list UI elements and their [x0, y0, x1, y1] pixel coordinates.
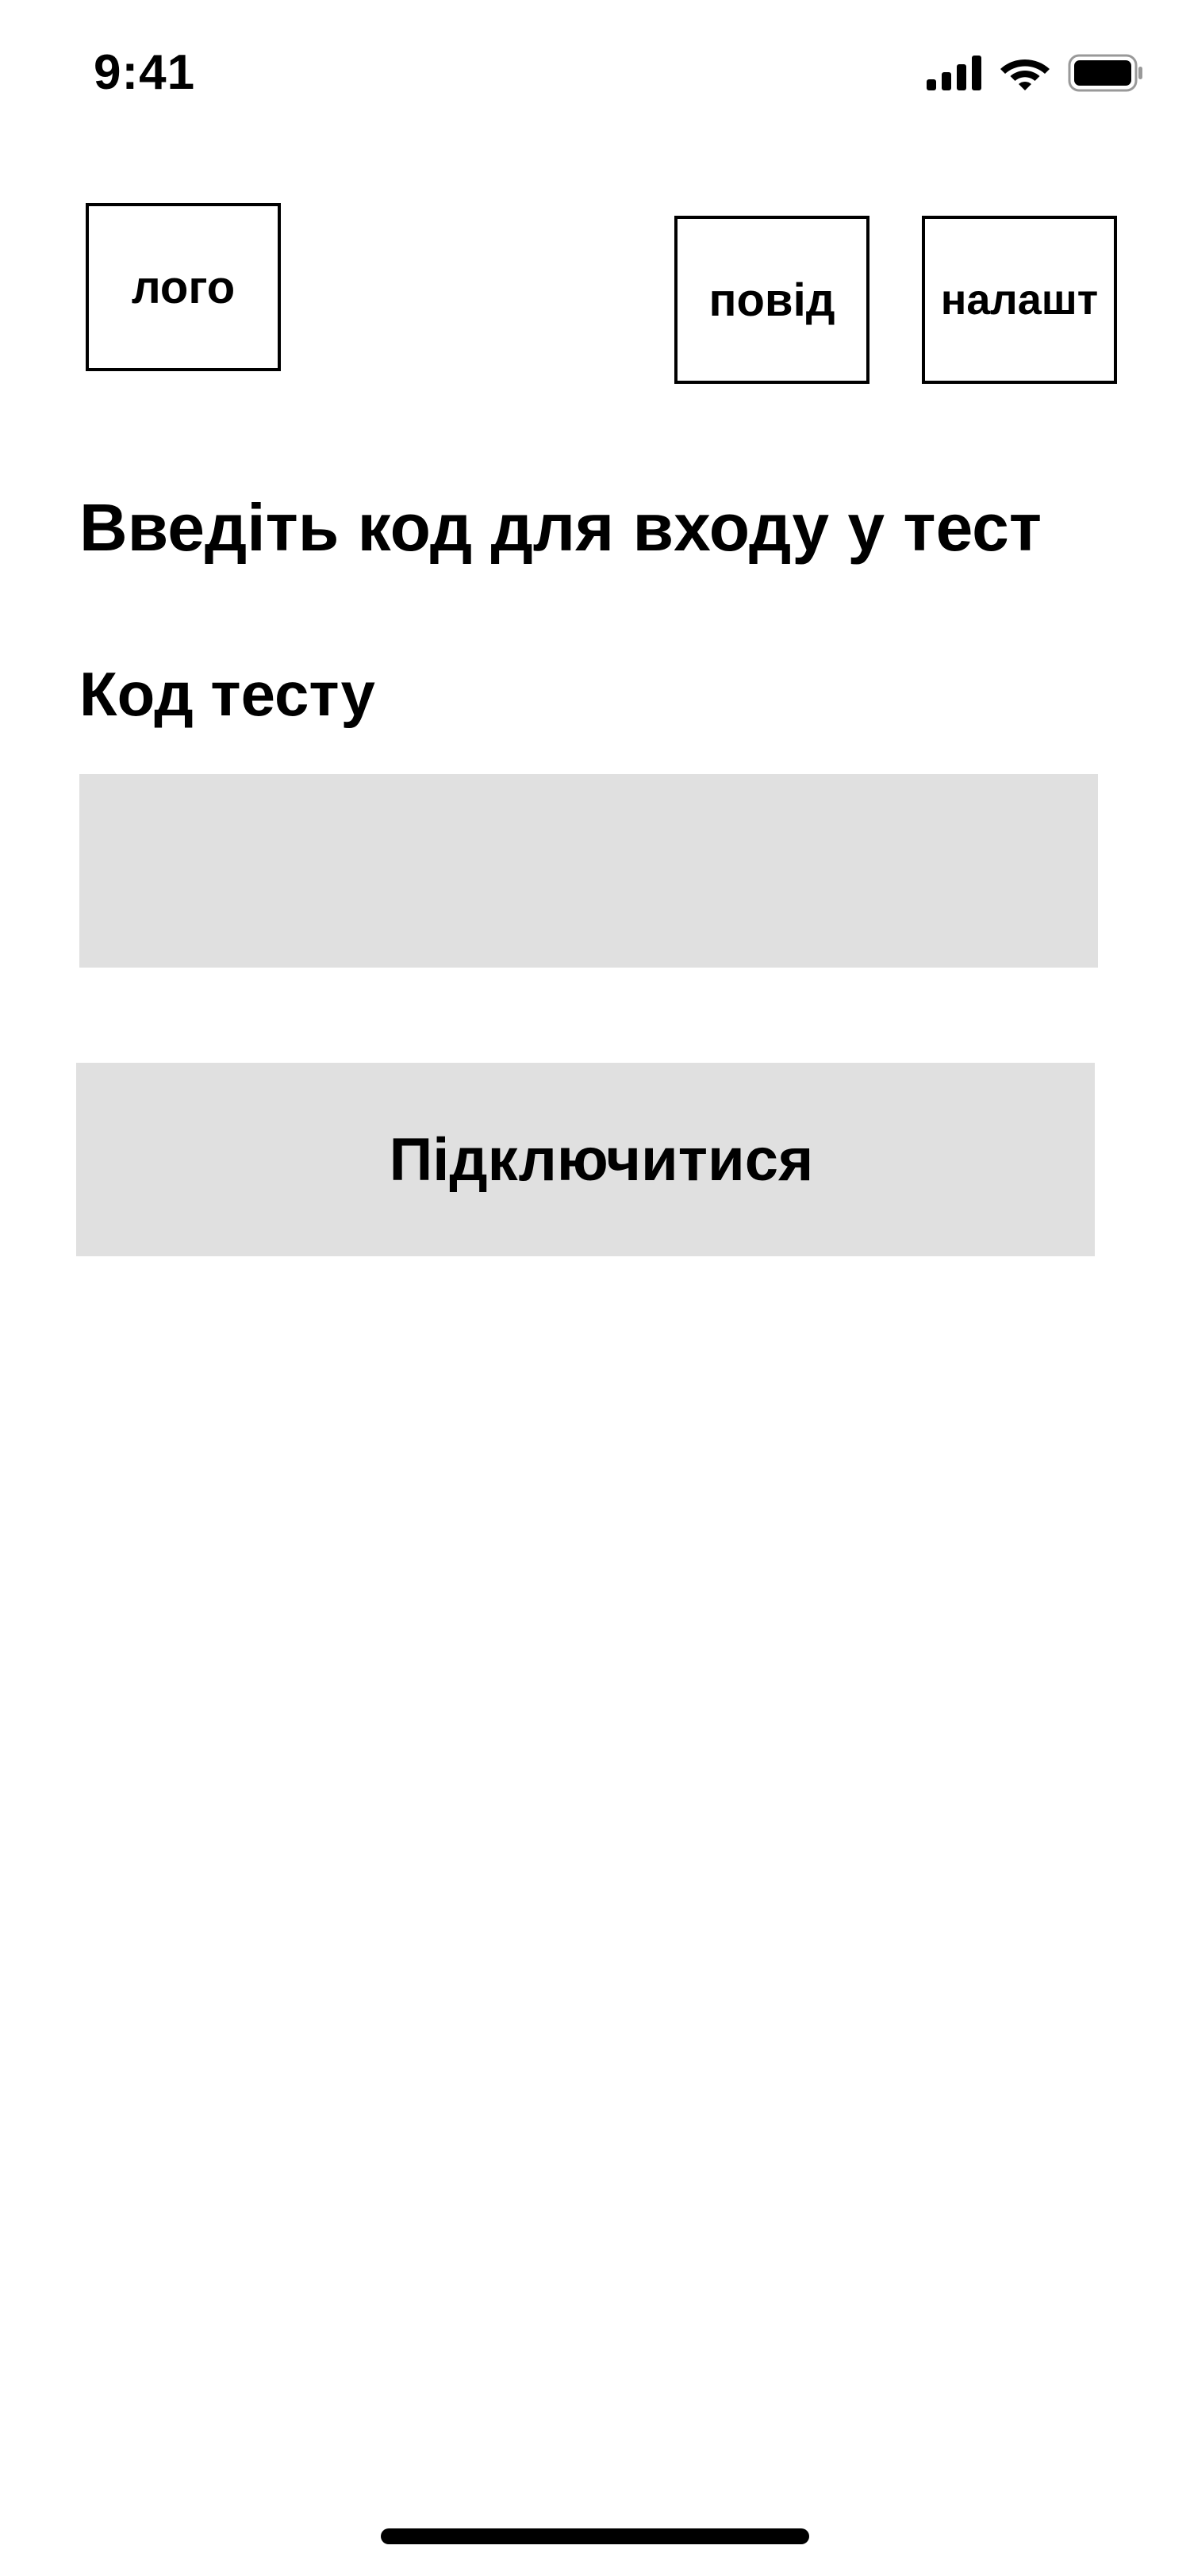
settings-button[interactable]: налашт [922, 216, 1117, 384]
status-icons [927, 51, 1144, 95]
logo-placeholder: лого [86, 203, 281, 371]
test-code-input[interactable] [79, 774, 1098, 968]
signal-icon [927, 56, 981, 90]
connect-button[interactable]: Підключитися [76, 1063, 1095, 1256]
code-field-label: Код тесту [79, 659, 375, 729]
settings-label: налашт [940, 276, 1099, 324]
battery-icon [1068, 54, 1142, 92]
page-title: Введіть код для входу у тест [79, 490, 1042, 565]
status-time: 9:41 [94, 45, 196, 100]
logo-label: лого [131, 261, 236, 313]
notifications-label: повід [708, 274, 835, 326]
notifications-button[interactable]: повід [674, 216, 869, 384]
wifi-icon [1000, 59, 1050, 90]
home-indicator[interactable] [381, 2528, 809, 2544]
